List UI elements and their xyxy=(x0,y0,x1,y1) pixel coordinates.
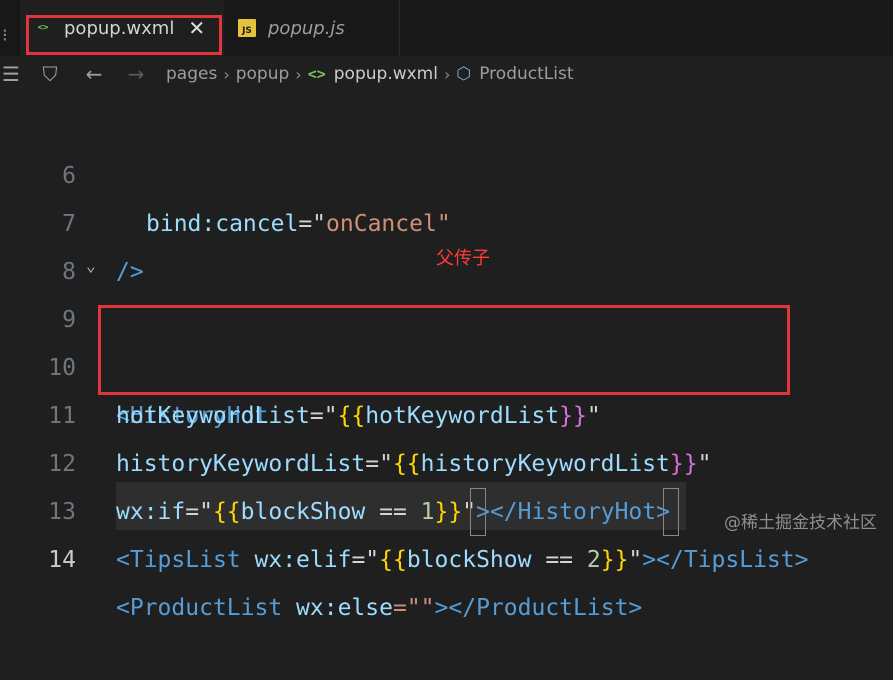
code-line: 6 bind:cancel="onCancel" xyxy=(0,104,893,237)
code-line: 13 <TipsList wx:elif="{{blockShow == 2}}… xyxy=(0,440,893,573)
wxml-file-icon: <> xyxy=(37,23,49,33)
breadcrumb-item-file[interactable]: popup.wxml xyxy=(334,64,438,84)
code-line: 8 xyxy=(0,200,893,285)
code-text: <TipsList wx:elif="{{blockShow == 2}}"><… xyxy=(116,547,809,573)
breadcrumb-item-pages[interactable]: pages xyxy=(166,64,217,84)
scroll-left-icon[interactable]: ⁝ xyxy=(0,0,22,56)
menu-icon[interactable]: ☰ xyxy=(0,62,22,86)
tab-popup-wxml[interactable]: <> popup.wxml ✕ xyxy=(20,0,224,56)
bookmark-icon[interactable]: ⛉ xyxy=(38,62,62,86)
code-line: 11 historyKeywordList="{{historyKeywordL… xyxy=(0,344,893,477)
watermark: @稀土掘金技术社区 xyxy=(724,513,877,533)
chevron-down-icon[interactable]: ⌄ xyxy=(86,242,96,290)
tab-label: popup.js xyxy=(268,17,345,39)
line-number: 14 xyxy=(48,547,76,573)
back-arrow-icon[interactable]: ← xyxy=(82,62,106,86)
tab-bar: ⁝ <> popup.wxml ✕ JS popup.js xyxy=(0,0,893,57)
annotation-label: 父传子 xyxy=(436,248,490,269)
code-line: 12 wx:if="{{blockShow == 1}}"></HistoryH… xyxy=(0,392,893,525)
bracket-match-box xyxy=(663,488,679,536)
chevron-right-icon: › xyxy=(223,64,230,84)
chevron-right-icon: › xyxy=(295,64,302,84)
breadcrumb-item-popup[interactable]: popup xyxy=(236,64,290,84)
breadcrumb: ☰ ⛉ ← → pages › popup › <> popup.wxml › … xyxy=(0,56,893,92)
forward-arrow-icon[interactable]: → xyxy=(124,62,148,86)
bracket-match-box xyxy=(470,488,486,536)
chevron-right-icon: › xyxy=(443,64,451,84)
component-cube-icon: ⬡ xyxy=(456,64,472,84)
code-text: <ProductList wx:else=""></ProductList> xyxy=(116,595,643,621)
code-line: 10 hotKeywordList="{{hotKeywordList}}" xyxy=(0,296,893,429)
breadcrumb-item-symbol[interactable]: ProductList xyxy=(479,64,573,84)
tab-popup-js[interactable]: JS popup.js xyxy=(224,0,400,56)
tab-label: popup.wxml xyxy=(64,17,175,39)
code-editor[interactable]: 6 bind:cancel="onCancel" 7 /> 8 9 ⌄ <His… xyxy=(0,92,893,621)
code-line: 7 /> xyxy=(0,152,893,285)
js-file-icon: JS xyxy=(238,19,256,37)
close-icon[interactable]: ✕ xyxy=(188,16,205,40)
wxml-file-icon: <> xyxy=(307,65,326,83)
